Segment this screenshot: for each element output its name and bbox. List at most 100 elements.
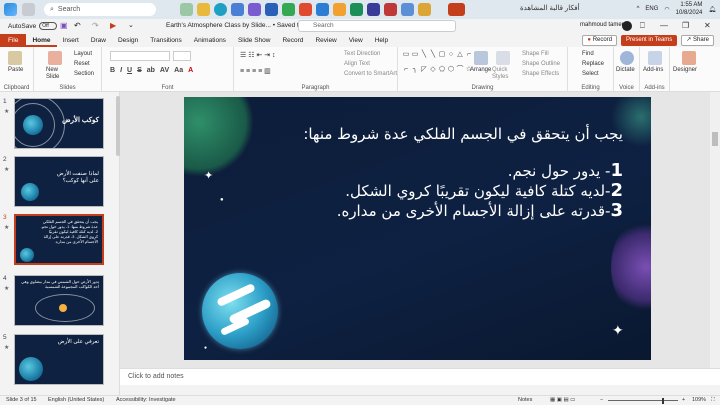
designer-icon[interactable]: [682, 51, 696, 65]
editor-vertical-scrollbar[interactable]: [710, 92, 720, 368]
select-button[interactable]: Select: [582, 71, 599, 77]
avatar[interactable]: [622, 21, 632, 31]
close-icon[interactable]: ✕: [704, 21, 711, 30]
tab-insert[interactable]: Insert: [57, 34, 85, 47]
ribbon-display-icon[interactable]: ⎕: [640, 21, 645, 31]
change-case-button[interactable]: Aa: [174, 67, 183, 74]
app-icon-7[interactable]: [350, 3, 363, 16]
minimize-icon[interactable]: —: [660, 21, 668, 30]
tab-view[interactable]: View: [343, 34, 369, 47]
slide-body-text[interactable]: يجب أن يتحقق في الجسم الفلكي عدة شروط من…: [243, 125, 623, 221]
reset-button[interactable]: Reset: [74, 61, 90, 67]
quick-styles-icon[interactable]: [496, 51, 510, 65]
tab-transitions[interactable]: Transitions: [144, 34, 188, 47]
app-icon-11[interactable]: [418, 3, 431, 16]
language-status[interactable]: English (United States): [48, 397, 104, 403]
bold-button[interactable]: B: [110, 67, 115, 74]
app-icon-2[interactable]: [265, 3, 278, 16]
slide-thumbnail-3[interactable]: يجب أن يتحقق في الجسم الفلكي عدة شروط من…: [14, 214, 104, 265]
taskbar-clock[interactable]: 1:55 AM 10/8/2024: [676, 1, 703, 17]
align-icons[interactable]: ≡ ≡ ≡ ≡ ▥: [240, 67, 271, 75]
shape-icon[interactable]: ╮: [411, 66, 419, 80]
windows-start-icon[interactable]: [4, 3, 17, 16]
tab-animations[interactable]: Animations: [188, 34, 232, 47]
quick-styles-button[interactable]: Quick Styles: [492, 67, 516, 81]
tray-language[interactable]: ENG: [645, 6, 658, 12]
record-button[interactable]: ● Record: [582, 35, 618, 46]
view-buttons[interactable]: ▦ ▣ ▤ ▭: [550, 397, 575, 403]
align-text-button[interactable]: Align Text: [344, 61, 370, 67]
shape-icon[interactable]: △: [456, 51, 464, 65]
app-icon-8[interactable]: [367, 3, 380, 16]
autosave-toggle[interactable]: AutoSave Off: [8, 22, 58, 30]
tab-file[interactable]: File: [0, 34, 27, 47]
new-slide-icon[interactable]: [48, 51, 62, 65]
widgets-icon[interactable]: [180, 3, 193, 16]
shape-icon[interactable]: ⬠: [438, 66, 446, 80]
zoom-slider[interactable]: [608, 400, 678, 401]
shape-icon[interactable]: ◸: [420, 66, 428, 80]
shape-effects-button[interactable]: Shape Effects: [522, 71, 559, 77]
redo-icon[interactable]: ↷: [92, 21, 99, 30]
file-explorer-icon[interactable]: [197, 3, 210, 16]
section-button[interactable]: Section: [74, 71, 94, 77]
share-button[interactable]: ↗ Share: [681, 35, 714, 46]
customize-qat-icon[interactable]: ⌄: [128, 21, 134, 29]
shape-icon[interactable]: ◇: [429, 66, 437, 80]
shape-icon[interactable]: ╲: [420, 51, 428, 65]
tab-draw[interactable]: Draw: [85, 34, 112, 47]
app-icon-4[interactable]: [299, 3, 312, 16]
paste-icon[interactable]: [8, 51, 22, 65]
italic-button[interactable]: I: [120, 67, 122, 74]
tab-review[interactable]: Review: [309, 34, 342, 47]
task-view-icon[interactable]: [22, 3, 35, 16]
save-icon[interactable]: ▣: [60, 21, 68, 30]
zoom-out-icon[interactable]: −: [600, 397, 603, 403]
dictate-button[interactable]: Dictate: [616, 67, 635, 73]
shape-icon[interactable]: ⌒: [456, 66, 464, 80]
notification-bell-icon[interactable]: 🔔︎: [708, 6, 716, 13]
strikethrough-button[interactable]: S: [137, 67, 142, 74]
shape-icon[interactable]: ▭: [402, 51, 410, 65]
fit-slide-icon[interactable]: ⛶: [711, 397, 715, 404]
shape-fill-button[interactable]: Shape Fill: [522, 51, 549, 57]
shape-outline-button[interactable]: Shape Outline: [522, 61, 560, 67]
shape-icon[interactable]: ╲: [429, 51, 437, 65]
user-name[interactable]: mahmoud tamer: [580, 22, 624, 28]
undo-icon[interactable]: ↶: [74, 21, 81, 30]
shape-icon[interactable]: ⌐: [465, 51, 473, 65]
maximize-icon[interactable]: ❐: [682, 21, 689, 30]
present-in-teams-button[interactable]: Present in Teams: [621, 35, 678, 46]
font-name-combobox[interactable]: [110, 51, 170, 61]
shape-icon[interactable]: ○: [447, 51, 455, 65]
shadow-button[interactable]: ab: [147, 67, 155, 74]
tab-slide-show[interactable]: Slide Show: [232, 34, 277, 47]
notes-pane[interactable]: Click to add notes: [120, 368, 720, 385]
slide-thumbnail-1[interactable]: كوكب الأرض: [14, 98, 104, 149]
text-direction-button[interactable]: Text Direction: [344, 51, 380, 57]
replace-button[interactable]: Replace: [582, 61, 604, 67]
tab-design[interactable]: Design: [112, 34, 144, 47]
addins-icon[interactable]: [648, 51, 662, 65]
slide-thumbnail-5[interactable]: تعرفي على الأرض: [14, 334, 104, 385]
wifi-icon[interactable]: ◠: [664, 6, 669, 13]
store-icon[interactable]: [231, 3, 244, 16]
accessibility-status[interactable]: Accessibility: Investigate: [116, 397, 176, 403]
tab-record[interactable]: Record: [276, 34, 309, 47]
slide-thumbnail-4[interactable]: تدور الأرض حول الشمس في مدار بيضاوي وهي …: [14, 275, 104, 326]
microphone-icon[interactable]: [620, 51, 634, 65]
slide-thumbnail-2[interactable]: لماذا صنفت الأرض على أنها كوكب؟: [14, 156, 104, 207]
font-color-button[interactable]: A: [188, 67, 193, 74]
addins-button[interactable]: Add-ins: [643, 67, 663, 73]
shape-icon[interactable]: ⌐: [402, 66, 410, 80]
tray-chevron-icon[interactable]: ^: [637, 6, 640, 12]
shape-icon[interactable]: ▢: [438, 51, 446, 65]
zoom-level[interactable]: 109%: [692, 397, 706, 403]
powerpoint-taskbar-icon[interactable]: [448, 3, 465, 16]
app-icon-6[interactable]: [333, 3, 346, 16]
app-icon-1[interactable]: [248, 3, 261, 16]
taskbar-search-box[interactable]: ⌕ Search: [44, 3, 156, 16]
tab-help[interactable]: Help: [369, 34, 394, 47]
app-icon-3[interactable]: [282, 3, 295, 16]
underline-button[interactable]: U: [127, 67, 132, 74]
